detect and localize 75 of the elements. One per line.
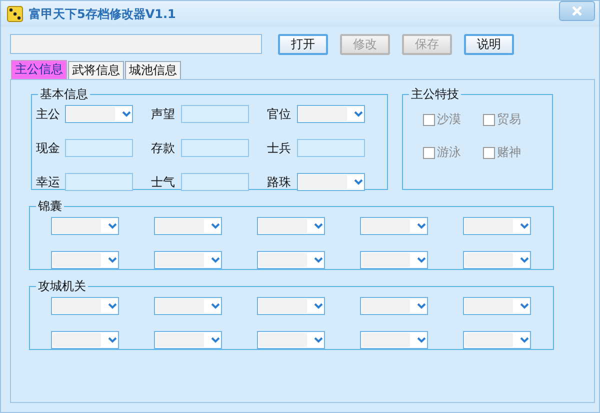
dropdown[interactable] xyxy=(257,217,325,235)
caret-icon xyxy=(354,179,363,185)
field-label: 士兵 xyxy=(267,140,291,156)
dropdown[interactable] xyxy=(463,331,531,349)
caret-icon xyxy=(211,257,220,263)
close-button[interactable] xyxy=(559,1,595,21)
caret-icon xyxy=(314,337,323,343)
input-field[interactable] xyxy=(65,173,133,191)
field-label: 幸运 xyxy=(36,174,60,190)
input-field[interactable] xyxy=(297,139,365,157)
field-label: 路珠 xyxy=(267,174,291,190)
caret-icon xyxy=(417,337,426,343)
caret-icon xyxy=(417,257,426,263)
input-field[interactable] xyxy=(181,105,249,123)
input-field[interactable] xyxy=(65,139,133,157)
caret-icon xyxy=(417,303,426,309)
tab[interactable]: 城池信息 xyxy=(125,61,181,79)
tab[interactable]: 武将信息 xyxy=(68,61,124,79)
dropdown[interactable] xyxy=(65,105,133,123)
close-icon xyxy=(571,5,583,17)
caret-icon xyxy=(108,223,117,229)
group-title: 攻城机关 xyxy=(37,278,87,295)
field-label: 官位 xyxy=(267,106,291,122)
caret-icon xyxy=(520,303,529,309)
dropdown[interactable] xyxy=(360,331,428,349)
caret-icon xyxy=(520,257,529,263)
caret-icon xyxy=(108,257,117,263)
dropdown[interactable] xyxy=(51,297,119,315)
dropdown[interactable] xyxy=(51,251,119,269)
caret-icon xyxy=(211,223,220,229)
group-title: 基本信息 xyxy=(39,86,89,103)
tab[interactable]: 主公信息 xyxy=(11,60,67,79)
dropdown[interactable] xyxy=(257,331,325,349)
dropdown[interactable] xyxy=(51,331,119,349)
caret-icon xyxy=(417,223,426,229)
dropdown[interactable] xyxy=(257,297,325,315)
dropdown[interactable] xyxy=(297,105,365,123)
dropdown[interactable] xyxy=(463,297,531,315)
dropdown[interactable] xyxy=(51,217,119,235)
caret-icon xyxy=(108,303,117,309)
dropdown[interactable] xyxy=(360,217,428,235)
caret-icon xyxy=(354,111,363,117)
caret-icon xyxy=(211,303,220,309)
caret-icon xyxy=(314,257,323,263)
dice-icon xyxy=(7,6,23,22)
caret-icon xyxy=(520,337,529,343)
file-path-field[interactable] xyxy=(10,34,262,54)
caret-icon xyxy=(314,303,323,309)
field-label: 存款 xyxy=(151,140,175,156)
toolbar-button[interactable]: 打开 xyxy=(278,34,328,54)
field-label: 士气 xyxy=(151,174,175,190)
field-label: 声望 xyxy=(151,106,175,122)
caret-icon xyxy=(314,223,323,229)
dropdown[interactable] xyxy=(154,251,222,269)
input-field[interactable] xyxy=(181,139,249,157)
group-title: 主公特技 xyxy=(410,86,460,103)
dropdown[interactable] xyxy=(463,251,531,269)
dropdown[interactable] xyxy=(257,251,325,269)
group-title: 锦囊 xyxy=(37,198,63,215)
dropdown[interactable] xyxy=(463,217,531,235)
dropdown[interactable] xyxy=(154,331,222,349)
input-field[interactable] xyxy=(181,173,249,191)
caret-icon xyxy=(211,337,220,343)
window-title: 富甲天下5存档修改器V1.1 xyxy=(29,6,177,22)
toolbar-button[interactable]: 说明 xyxy=(464,34,514,54)
caret-icon xyxy=(108,337,117,343)
dropdown[interactable] xyxy=(360,251,428,269)
field-label: 现金 xyxy=(36,140,60,156)
dropdown[interactable] xyxy=(360,297,428,315)
caret-icon xyxy=(520,223,529,229)
dropdown[interactable] xyxy=(154,217,222,235)
field-label: 主公 xyxy=(36,106,60,122)
dropdown[interactable] xyxy=(297,173,365,191)
dropdown[interactable] xyxy=(154,297,222,315)
caret-icon xyxy=(122,111,131,117)
